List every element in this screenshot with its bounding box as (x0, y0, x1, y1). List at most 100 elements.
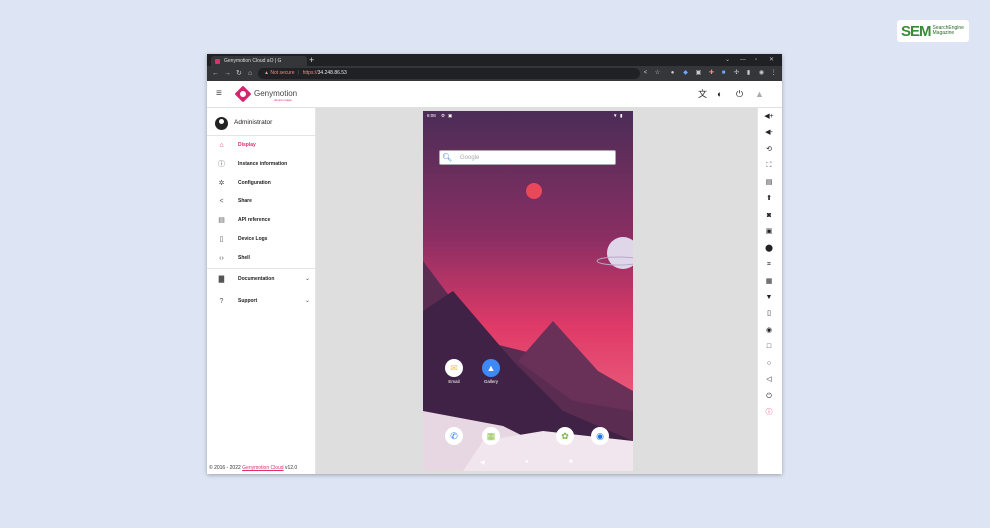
help-icon: ? (219, 298, 224, 305)
error-icon[interactable]: ⓘ (764, 408, 774, 418)
settings-notification-icon: ⚙ (441, 113, 446, 118)
browser-tabbar: Genymotion Cloud aO | G + ⌄ — ▫ ✕ (207, 54, 782, 66)
notification-bell-icon[interactable]: ▲ (755, 89, 764, 99)
power-icon[interactable]: ⏻ (736, 89, 743, 99)
extension-red-icon[interactable]: ✚ (707, 69, 716, 78)
identifier-icon[interactable]: ▦ (764, 277, 774, 287)
power-icon[interactable]: ⏻ (764, 392, 774, 402)
sidebar-item-label: Documentation (238, 276, 275, 282)
back-triangle-icon[interactable]: ◀ (480, 459, 485, 466)
reload-icon[interactable]: ↻ (236, 66, 242, 81)
version-text: v12.0 (284, 465, 298, 471)
url-host: 34.248.86.53 (317, 70, 347, 76)
tab-search-icon[interactable]: ⌄ (725, 54, 730, 66)
sidebar-item-display[interactable]: ⌂ Display (207, 138, 316, 154)
extension-blue-icon[interactable]: ■ (719, 69, 728, 78)
footer: © 2016 - 2022 Genymotion Cloud v12.0 (209, 465, 297, 471)
sidebar-item-device-logs[interactable]: ▯ Device Logs (207, 232, 316, 248)
clipboard-icon[interactable]: ▤ (764, 178, 774, 188)
recents-square-icon[interactable]: □ (764, 342, 774, 352)
phone-settings-icon[interactable]: ▯ (764, 309, 774, 319)
share-icon: < (219, 198, 224, 205)
rotate-icon[interactable]: ⟲ (764, 145, 774, 155)
lock-icon[interactable]: ▣ (764, 227, 774, 237)
magnifier-icon: 🔍︎ (442, 153, 453, 162)
genymotion-favicon-icon (215, 59, 220, 64)
sidebar-item-label: API reference (238, 217, 271, 223)
sidebar-item-instance-information[interactable]: ⓘ Instance information (207, 157, 316, 173)
dock-camera[interactable]: ◉ (585, 427, 615, 445)
warning-icon: ▲ (264, 70, 269, 76)
back-triangle-icon[interactable]: ◁ (764, 375, 774, 385)
forward-arrow-icon[interactable]: → (224, 66, 231, 81)
device-display-area: 6:08 ⚙ ▣ ▼ ▮ 🔍︎ Google ✉ Email ▲ Gallery… (316, 108, 757, 474)
sem-logo-subtext: SearchEngine Magazine (933, 26, 964, 36)
upload-icon[interactable]: ⬆ (764, 194, 774, 204)
copyright-text: © 2016 - 2022 (209, 465, 241, 471)
sidebar-item-api-reference[interactable]: ▤ API reference (207, 213, 316, 229)
menu-hamburger-icon[interactable]: ≡ (216, 89, 222, 99)
home-circle-icon[interactable]: ● (525, 459, 529, 465)
sidebar-item-label: Shell (238, 255, 250, 261)
document-icon: ▇ (218, 276, 225, 283)
media-icon[interactable]: ◉ (764, 326, 774, 336)
bookmark-star-icon[interactable]: ☆ (653, 69, 662, 78)
account-avatar-icon (215, 117, 228, 130)
browser-tab[interactable]: Genymotion Cloud aO | G (211, 56, 307, 66)
profile-avatar-icon[interactable]: ◉ (757, 69, 766, 78)
recents-square-icon[interactable]: ■ (569, 459, 573, 465)
back-arrow-icon[interactable]: ← (212, 66, 219, 81)
home-icon[interactable]: ⌂ (248, 66, 252, 81)
app-subtitle: device image (274, 98, 292, 102)
side-panel-icon[interactable]: ▮ (744, 69, 753, 78)
maximize-button[interactable]: ▫ (755, 54, 757, 66)
camera-icon[interactable]: ◙ (764, 211, 774, 221)
extension-shield-icon[interactable]: ● (668, 69, 677, 78)
dock-phone[interactable]: ✆ (439, 427, 469, 445)
security-label: Not secure (270, 70, 295, 76)
device-nav-bar: ◀ ● ■ (423, 455, 633, 471)
extension-translate-icon[interactable]: ◆ (681, 69, 690, 78)
device-toolbar: ◀+ ◀- ⟲ ⛶ ▤ ⬆ ◙ ▣ ⬤ ⌗ ▦ ▼ ▯ ◉ □ ○ ◁ ⏻ ⓘ (757, 108, 782, 474)
volume-down-icon[interactable]: ◀- (764, 128, 774, 138)
battery-icon: ▮ (620, 113, 623, 118)
android-device-screen[interactable]: 6:08 ⚙ ▣ ▼ ▮ 🔍︎ Google ✉ Email ▲ Gallery… (423, 111, 633, 471)
wifi-icon[interactable]: ▼ (764, 293, 774, 303)
browser-window: Genymotion Cloud aO | G + ⌄ — ▫ ✕ ← → ↻ … (207, 54, 782, 474)
extension-s-icon[interactable]: ▣ (694, 69, 703, 78)
store-icon: ▦ (482, 427, 500, 445)
contrast-icon[interactable]: ◐ (717, 89, 722, 99)
sidebar-item-configuration[interactable]: ✲ Configuration (207, 176, 316, 192)
tab-title: Genymotion Cloud aO | G (224, 58, 282, 64)
address-bar[interactable]: ▲ Not secure | https://34.248.86.53 (258, 68, 640, 79)
new-tab-button[interactable]: + (309, 54, 314, 66)
dock-android[interactable]: ✿ (550, 427, 580, 445)
email-icon: ✉ (445, 359, 463, 377)
home-circle-icon[interactable]: ○ (764, 359, 774, 369)
home-icon: ⌂ (219, 142, 224, 149)
genymotion-cloud-link[interactable]: Genymotion Cloud (242, 465, 283, 471)
capture-icon[interactable]: ⌗ (764, 260, 774, 270)
wifi-icon: ▼ (613, 113, 618, 118)
sidebar-item-label: Instance information (238, 161, 288, 167)
share-icon[interactable]: < (641, 69, 650, 78)
minimize-button[interactable]: — (740, 54, 746, 66)
google-search-widget[interactable]: 🔍︎ Google (439, 150, 616, 165)
app-label: Gallery (483, 379, 499, 384)
gear-icon: ✲ (218, 180, 225, 187)
extensions-puzzle-icon[interactable]: ✣ (732, 69, 741, 78)
fullscreen-icon[interactable]: ⛶ (764, 161, 774, 171)
gps-pin-icon[interactable]: ⬤ (764, 244, 774, 254)
app-email[interactable]: ✉ Email (439, 359, 469, 384)
browser-menu-icon[interactable]: ⋮ (769, 69, 778, 78)
app-name: Genymotion (254, 89, 298, 98)
translate-icon[interactable]: 文 (698, 89, 707, 99)
volume-up-icon[interactable]: ◀+ (764, 112, 774, 122)
sidebar-item-shell[interactable]: ‹› Shell (207, 251, 316, 267)
sidebar-item-support[interactable]: ? Support ⌄ (207, 294, 316, 310)
close-window-button[interactable]: ✕ (769, 54, 774, 66)
app-gallery[interactable]: ▲ Gallery (476, 359, 506, 384)
dock-store[interactable]: ▦ (476, 427, 506, 445)
sidebar-item-share[interactable]: < Share (207, 194, 316, 210)
sidebar-item-documentation[interactable]: ▇ Documentation ⌄ (207, 272, 316, 288)
